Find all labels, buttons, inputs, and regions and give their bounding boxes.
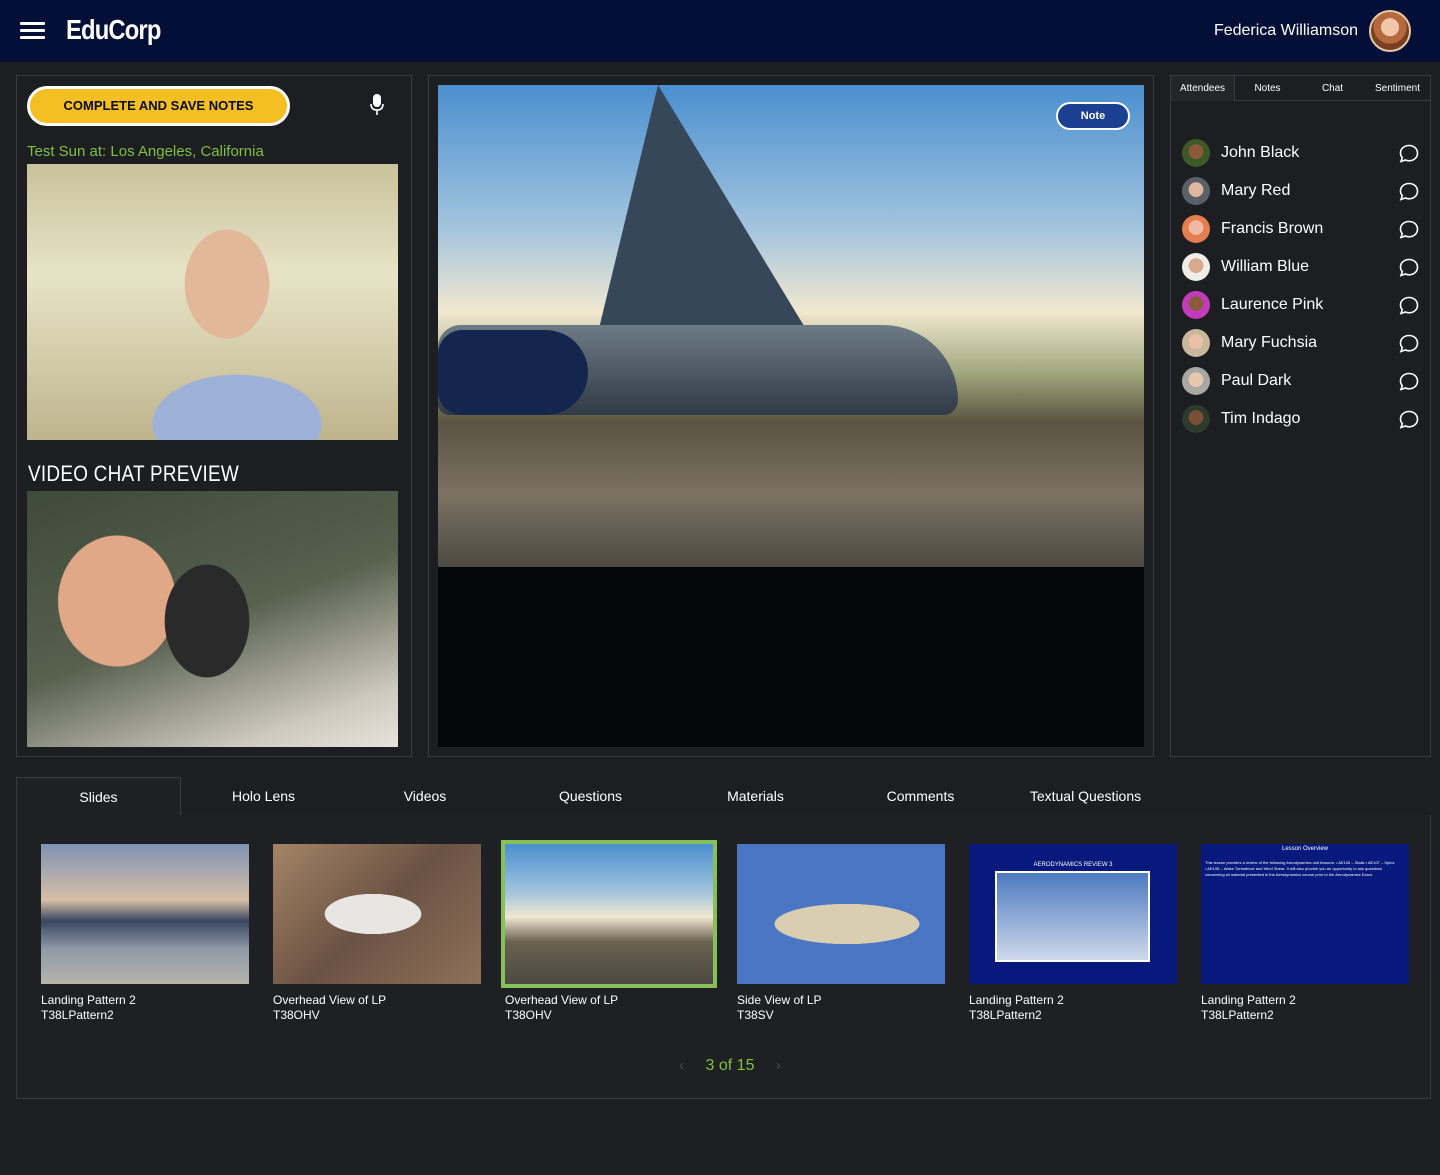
slide-thumbnail[interactable]: Side View of LP T38SV — [737, 844, 945, 1023]
slide-title: Landing Pattern 2 — [969, 993, 1064, 1007]
attendee-name: John Black — [1221, 144, 1300, 161]
attendee-row[interactable]: Mary Red — [1171, 172, 1430, 210]
attendee-row[interactable]: William Blue — [1171, 248, 1430, 286]
content-tabs: Slides Holo Lens Videos Questions Materi… — [16, 777, 1431, 817]
slide-thumbnail-caption: Lesson Overview — [1281, 846, 1329, 852]
tab-comments[interactable]: Comments — [838, 777, 1003, 816]
chat-bubble-icon[interactable] — [1399, 144, 1419, 163]
attendee-name: Laurence Pink — [1221, 296, 1324, 313]
attendee-avatar — [1182, 405, 1210, 433]
slide-thumbnail-image — [273, 844, 481, 984]
jet-nose-cover-shape — [438, 330, 588, 415]
slide-thumbnail-image: AERODYNAMICS REVIEW 3 — [969, 844, 1177, 984]
attendee-avatar — [1182, 215, 1210, 243]
chat-bubble-icon[interactable] — [1399, 334, 1419, 353]
attendee-avatar — [1182, 253, 1210, 281]
attendee-row[interactable]: Francis Brown — [1171, 210, 1430, 248]
tab-holo-lens[interactable]: Holo Lens — [181, 777, 346, 816]
slide-thumbnail[interactable]: Lesson Overview This lesson provides a r… — [1201, 844, 1409, 1023]
slides-panel: Landing Pattern 2 T38LPattern2 Overhead … — [16, 815, 1431, 1099]
tab-questions[interactable]: Questions — [508, 777, 673, 816]
pager-text: 3 of 15 — [705, 1057, 755, 1074]
right-tabs: Attendees Notes Chat Sentiment — [1171, 76, 1430, 101]
complete-and-save-notes-button[interactable]: COMPLETE AND SAVE NOTES — [27, 86, 290, 126]
attendee-row[interactable]: Paul Dark — [1171, 362, 1430, 400]
slide-thumbnail-image — [501, 840, 717, 988]
instructor-video — [27, 164, 398, 440]
tab-materials[interactable]: Materials — [673, 777, 838, 816]
brand-logo: EduCorp — [66, 14, 161, 45]
tab-attendees[interactable]: Attendees — [1171, 76, 1235, 101]
slide-code: T38LPattern2 — [1201, 1008, 1274, 1022]
slide-thumbnail-caption: AERODYNAMICS REVIEW 3 — [1033, 862, 1113, 868]
session-location: Test Sun at: Los Angeles, California — [27, 143, 264, 160]
slide-lower-area — [438, 567, 1144, 747]
video-chat-preview-title: VIDEO CHAT PREVIEW — [28, 461, 240, 486]
right-panel: Attendees Notes Chat Sentiment John Blac… — [1170, 75, 1431, 757]
attendee-name: Tim Indago — [1221, 410, 1301, 427]
chat-bubble-icon[interactable] — [1399, 220, 1419, 239]
tab-notes[interactable]: Notes — [1235, 76, 1300, 101]
hamburger-menu-icon[interactable] — [20, 22, 45, 40]
attendee-name: William Blue — [1221, 258, 1310, 275]
attendee-name: Mary Red — [1221, 182, 1291, 199]
attendee-name: Paul Dark — [1221, 372, 1292, 389]
slide-thumbnail-image: Lesson Overview This lesson provides a r… — [1201, 844, 1409, 984]
slide-title: Landing Pattern 2 — [1201, 993, 1296, 1007]
slide-title: Overhead View of LP — [505, 993, 619, 1007]
main-slide-image — [438, 85, 1144, 567]
slide-thumbnail-image — [41, 844, 249, 984]
chat-bubble-icon[interactable] — [1399, 296, 1419, 315]
slide-code: T38SV — [737, 1008, 774, 1022]
video-chat-preview — [27, 491, 398, 747]
slide-thumbnail[interactable]: AERODYNAMICS REVIEW 3 Landing Pattern 2 … — [969, 844, 1177, 1023]
slide-title: Landing Pattern 2 — [41, 993, 136, 1007]
attendee-name: Mary Fuchsia — [1221, 334, 1318, 351]
note-button[interactable]: Note — [1056, 102, 1130, 130]
slide-thumbnail-inset — [995, 871, 1150, 962]
slide-pager: ‹ 3 of 15 › — [675, 1055, 785, 1077]
tab-chat[interactable]: Chat — [1300, 76, 1365, 101]
attendee-avatar — [1182, 177, 1210, 205]
slide-code: T38OHV — [273, 1008, 320, 1022]
attendee-row[interactable]: Laurence Pink — [1171, 286, 1430, 324]
slide-code: T38LPattern2 — [41, 1008, 114, 1022]
tab-slides[interactable]: Slides — [16, 777, 181, 817]
chevron-right-icon[interactable]: › — [776, 1057, 781, 1075]
microphone-icon[interactable] — [370, 94, 384, 116]
slide-code: T38LPattern2 — [969, 1008, 1042, 1022]
slide-title: Overhead View of LP — [273, 993, 387, 1007]
slide-thumbnail[interactable]: Landing Pattern 2 T38LPattern2 — [41, 844, 249, 1023]
slide-thumbnail-text: This lesson provides a review of the fol… — [1205, 860, 1395, 877]
attendee-row[interactable]: Tim Indago — [1171, 400, 1430, 438]
user-name: Federica Williamson — [1213, 22, 1358, 39]
attendee-row[interactable]: Mary Fuchsia — [1171, 324, 1430, 362]
tab-textual-questions[interactable]: Textual Questions — [1003, 777, 1168, 816]
chat-bubble-icon[interactable] — [1399, 410, 1419, 429]
top-header: EduCorp Federica Williamson — [0, 0, 1440, 62]
tab-sentiment[interactable]: Sentiment — [1365, 76, 1430, 101]
tab-videos[interactable]: Videos — [346, 777, 504, 816]
left-panel: COMPLETE AND SAVE NOTES Test Sun at: Los… — [16, 75, 412, 757]
slide-thumbnail[interactable]: Overhead View of LP T38OHV — [273, 844, 481, 1023]
chevron-left-icon[interactable]: ‹ — [679, 1057, 684, 1075]
attendee-avatar — [1182, 291, 1210, 319]
slide-title: Side View of LP — [737, 993, 822, 1007]
chat-bubble-icon[interactable] — [1399, 182, 1419, 201]
user-avatar[interactable] — [1369, 10, 1411, 52]
slide-code: T38OHV — [505, 1008, 552, 1022]
chat-bubble-icon[interactable] — [1399, 258, 1419, 277]
slide-thumbnail-selected[interactable]: Overhead View of LP T38OHV — [501, 840, 717, 1023]
attendee-avatar — [1182, 329, 1210, 357]
chat-bubble-icon[interactable] — [1399, 372, 1419, 391]
slide-thumbnail-image — [737, 844, 945, 984]
attendee-row[interactable]: John Black — [1171, 134, 1430, 172]
attendee-avatar — [1182, 139, 1210, 167]
attendee-name: Francis Brown — [1221, 220, 1324, 237]
center-panel: Note — [428, 75, 1154, 757]
attendee-avatar — [1182, 367, 1210, 395]
